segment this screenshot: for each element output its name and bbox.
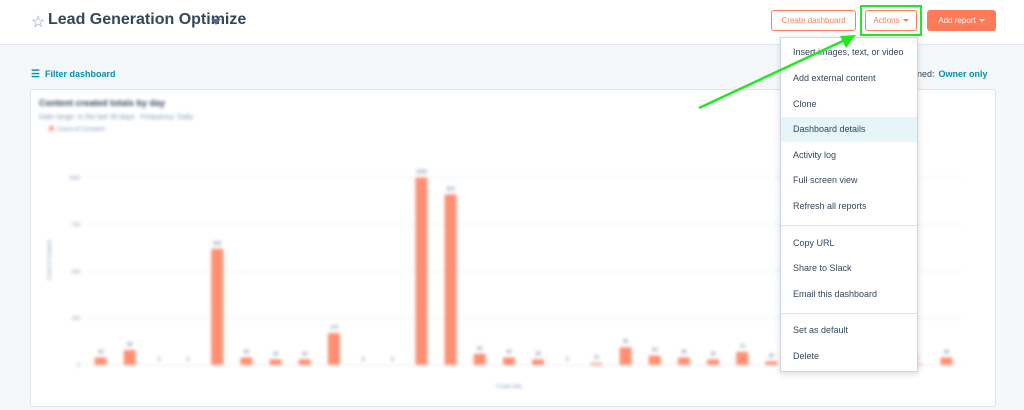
annotation-arrow (698, 35, 856, 110)
annotation-arrow-shaft (698, 38, 846, 110)
